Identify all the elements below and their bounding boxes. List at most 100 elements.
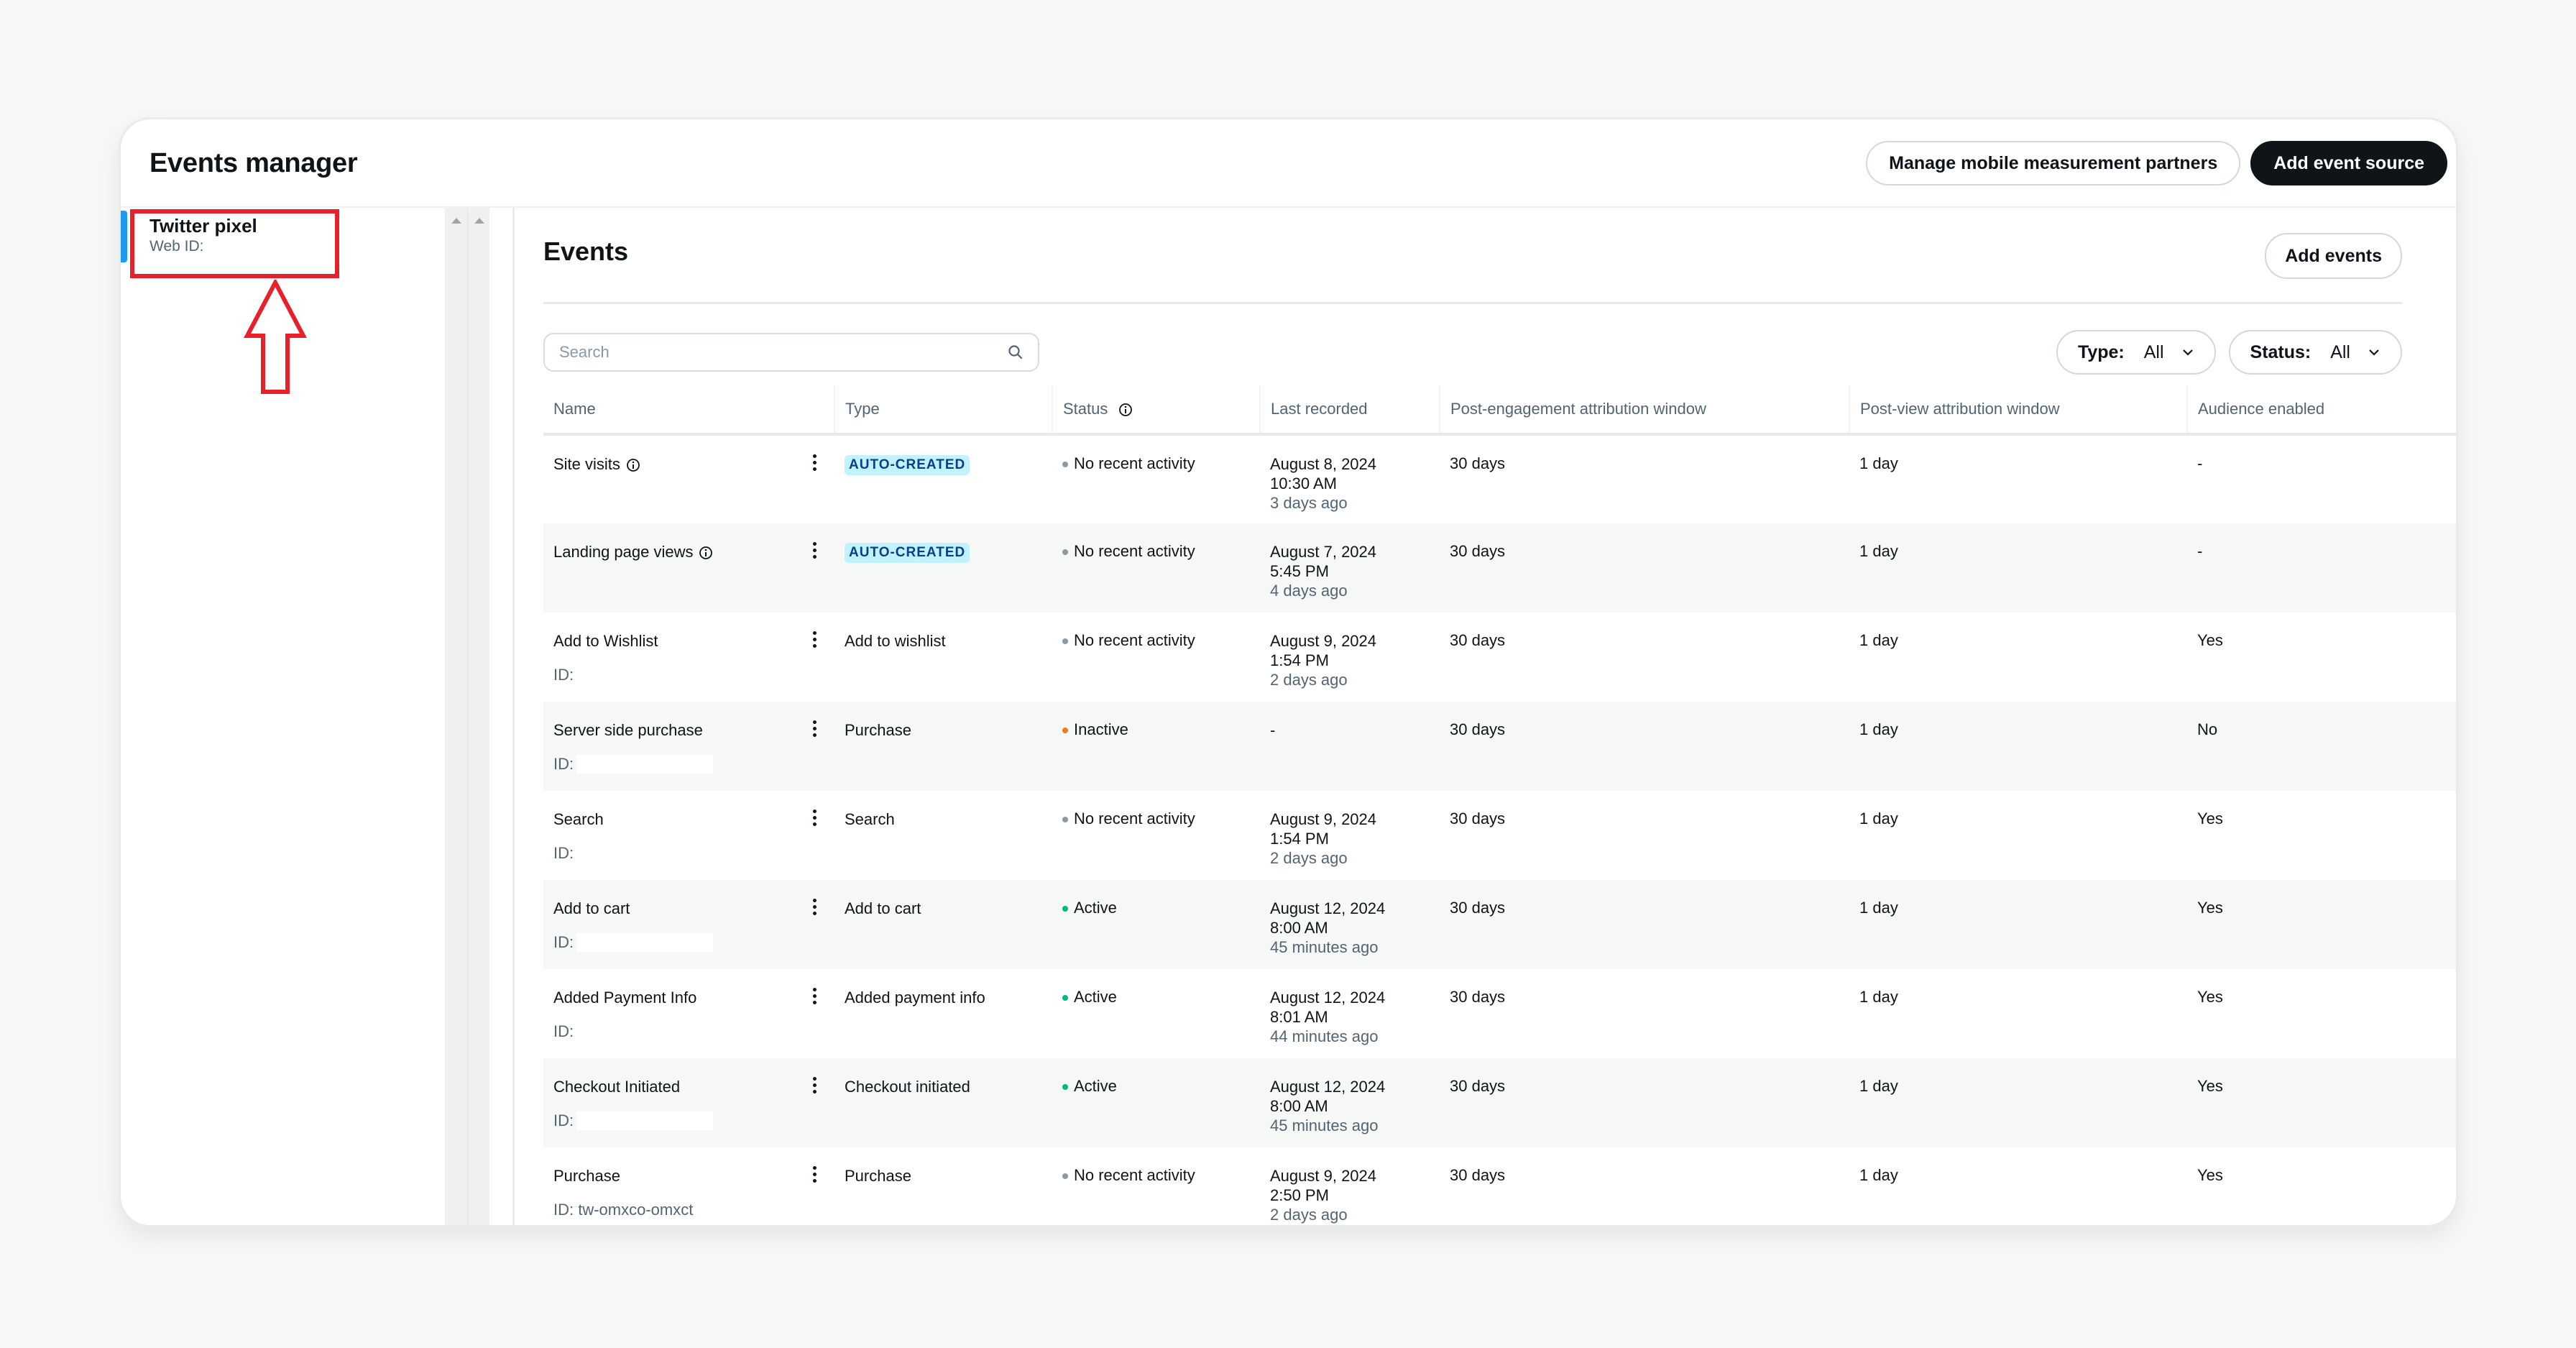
table-row[interactable]: Checkout Initiated ID: Checkout initiated A… xyxy=(543,1058,2456,1147)
search-input[interactable] xyxy=(559,343,1008,362)
event-type-cell: Checkout initiated xyxy=(834,1058,1052,1147)
scroll-up-arrow-icon[interactable] xyxy=(474,218,484,224)
column-header-audience-enabled[interactable]: Audience enabled xyxy=(2186,385,2456,436)
more-options-icon[interactable] xyxy=(813,810,817,828)
event-name[interactable]: Server side purchase xyxy=(553,721,703,739)
last-recorded-ago: 4 days ago xyxy=(1270,582,1348,600)
event-name[interactable]: Add to Wishlist xyxy=(553,632,658,650)
info-icon[interactable] xyxy=(1118,403,1133,417)
event-status-cell: No recent activity xyxy=(1052,523,1260,613)
event-name-cell: Add to cart ID: xyxy=(543,880,834,969)
table-row[interactable]: Landing page views AUTO-CREATED No recent … xyxy=(543,523,2456,613)
events-divider xyxy=(543,302,2402,304)
sidebar-scrollbar[interactable] xyxy=(445,208,467,1225)
status-dot xyxy=(1062,906,1068,912)
event-name[interactable]: Purchase xyxy=(553,1167,620,1185)
last-recorded-date: August 9, 2024 xyxy=(1270,632,1377,650)
audience-enabled-cell: - xyxy=(2187,523,2456,613)
manage-mobile-measurement-partners-button[interactable]: Manage mobile measurement partners xyxy=(1866,141,2241,185)
audience-enabled-cell: No xyxy=(2187,702,2456,791)
event-id: ID: xyxy=(553,666,574,684)
search-icon[interactable] xyxy=(1008,344,1024,360)
search-box[interactable] xyxy=(543,333,1039,372)
last-recorded-cell: August 12, 2024 8:00 AM 45 minutes ago xyxy=(1260,1058,1440,1147)
more-options-icon[interactable] xyxy=(813,720,817,739)
table-row[interactable]: Add to cart ID: Add to cart Active August 12… xyxy=(543,880,2456,969)
post-view-window-cell: 1 day xyxy=(1849,1058,2187,1147)
status-dot xyxy=(1062,995,1068,1001)
add-event-source-button[interactable]: Add event source xyxy=(2250,141,2447,185)
info-icon[interactable] xyxy=(699,546,713,560)
event-name-cell: Landing page views xyxy=(543,523,834,613)
event-id: ID: xyxy=(553,932,824,952)
last-recorded-ago: 3 days ago xyxy=(1270,494,1348,512)
last-recorded-date: August 12, 2024 xyxy=(1270,899,1386,917)
column-header-status[interactable]: Status xyxy=(1052,385,1260,436)
last-recorded-cell: August 8, 2024 10:30 AM 3 days ago xyxy=(1260,434,1440,523)
redacted-id xyxy=(576,754,714,774)
post-view-window-cell: 1 day xyxy=(1849,880,2187,969)
last-recorded-ago: 2 days ago xyxy=(1270,849,1348,867)
chevron-down-icon xyxy=(2369,349,2379,356)
type-filter-dropdown[interactable]: Type: All xyxy=(2056,330,2216,375)
event-type-cell: Purchase xyxy=(834,1147,1052,1225)
last-recorded-cell: August 9, 2024 1:54 PM 2 days ago xyxy=(1260,791,1440,880)
page-scrollbar[interactable] xyxy=(467,208,489,1225)
table-row[interactable]: Site visits AUTO-CREATED No recent activit… xyxy=(543,434,2456,523)
more-options-icon[interactable] xyxy=(813,454,817,473)
page-title: Events manager xyxy=(150,148,358,178)
annotation-up-arrow-icon xyxy=(244,280,307,394)
column-header-post-view-window[interactable]: Post-view attribution window xyxy=(1849,385,2187,436)
post-engagement-window-cell: 30 days xyxy=(1440,702,1849,791)
event-name[interactable]: Landing page views xyxy=(553,543,693,561)
event-name-cell: Server side purchase ID: xyxy=(543,702,834,791)
last-recorded-cell: August 12, 2024 8:00 AM 45 minutes ago xyxy=(1260,880,1440,969)
event-name[interactable]: Added Payment Info xyxy=(553,989,696,1007)
add-events-button[interactable]: Add events xyxy=(2265,233,2402,279)
more-options-icon[interactable] xyxy=(813,1077,817,1096)
table-row[interactable]: Add to Wishlist ID: Add to wishlist No rece… xyxy=(543,613,2456,702)
column-header-name[interactable]: Name xyxy=(543,385,834,436)
status-text: No recent activity xyxy=(1074,810,1195,827)
event-source-sidebar: Twitter pixel Web ID: xyxy=(121,208,445,1225)
selected-indicator xyxy=(121,211,127,262)
more-options-icon[interactable] xyxy=(813,988,817,1007)
post-view-window-cell: 1 day xyxy=(1859,1166,1898,1184)
more-options-icon[interactable] xyxy=(813,542,817,561)
scroll-up-arrow-icon[interactable] xyxy=(451,218,461,224)
info-icon[interactable] xyxy=(626,458,640,472)
status-text: Inactive xyxy=(1074,720,1128,738)
sidebar-item-twitter-pixel[interactable]: Twitter pixel Web ID: xyxy=(121,208,445,278)
last-recorded-ago: 2 days ago xyxy=(1270,671,1348,689)
last-recorded-date: August 12, 2024 xyxy=(1270,1078,1386,1096)
last-recorded-time: 1:54 PM xyxy=(1270,651,1329,669)
status-text: Active xyxy=(1074,988,1117,1006)
table-row[interactable]: Server side purchase ID: Purchase Inactive -… xyxy=(543,702,2456,791)
column-header-post-engagement-window[interactable]: Post-engagement attribution window xyxy=(1439,385,1849,436)
event-name[interactable]: Search xyxy=(553,810,604,828)
last-recorded-time: 2:50 PM xyxy=(1270,1186,1329,1204)
column-header-type[interactable]: Type xyxy=(834,385,1052,436)
table-row[interactable]: Purchase ID: tw-omxco-omxct Purchase No rec… xyxy=(543,1147,2456,1225)
events-manager-window: Events manager Manage mobile measurement… xyxy=(119,117,2458,1227)
table-row[interactable]: Added Payment Info ID: Added payment info A… xyxy=(543,969,2456,1058)
more-options-icon[interactable] xyxy=(813,1166,817,1185)
more-options-icon[interactable] xyxy=(813,899,817,917)
event-type: Checkout initiated xyxy=(845,1078,970,1096)
last-recorded-date: August 8, 2024 xyxy=(1270,455,1377,473)
table-row[interactable]: Search ID: Search No recent activity August … xyxy=(543,791,2456,880)
event-status-cell: No recent activity xyxy=(1052,613,1260,702)
column-header-last-recorded[interactable]: Last recorded xyxy=(1259,385,1440,436)
event-name-cell: Checkout Initiated ID: xyxy=(543,1058,834,1147)
more-options-icon[interactable] xyxy=(813,631,817,650)
event-name[interactable]: Add to cart xyxy=(553,899,630,917)
post-engagement-window-cell: 30 days xyxy=(1440,1058,1849,1147)
status-dot xyxy=(1062,638,1068,645)
event-name[interactable]: Site visits xyxy=(553,455,620,473)
last-recorded-time: 8:01 AM xyxy=(1270,1008,1328,1026)
event-name-cell: Added Payment Info ID: xyxy=(543,969,834,1058)
post-engagement-window-cell: 30 days xyxy=(1450,810,1506,827)
event-status-cell: Active xyxy=(1052,1058,1260,1147)
event-name[interactable]: Checkout Initiated xyxy=(553,1078,680,1096)
status-filter-dropdown[interactable]: Status: All xyxy=(2228,330,2402,375)
